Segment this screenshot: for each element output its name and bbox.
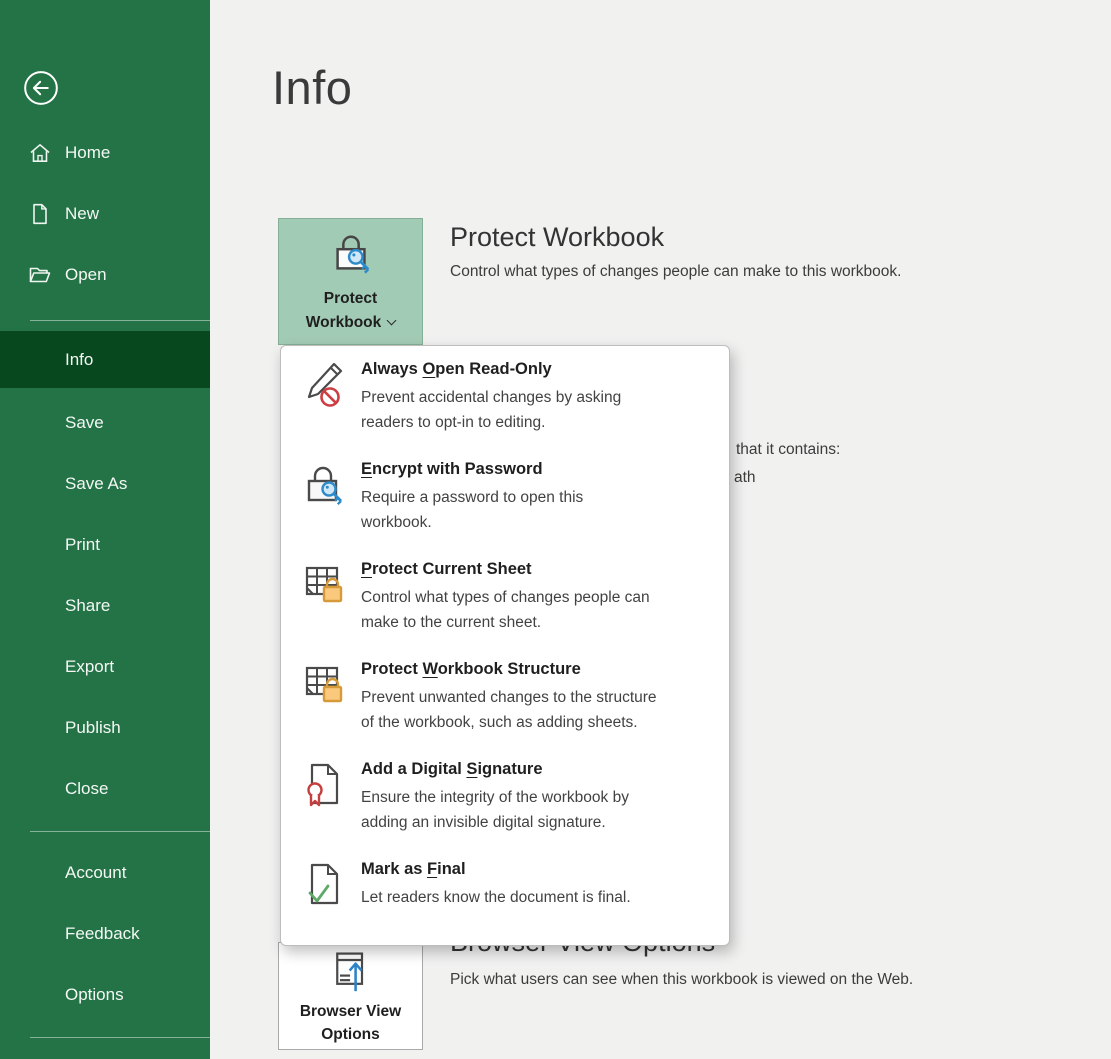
sidebar-item-label: Share <box>65 596 110 615</box>
sidebar-item-label: Feedback <box>65 924 140 943</box>
protect-workbook-description: Control what types of changes people can… <box>450 263 901 281</box>
sidebar-item-print[interactable]: Print <box>0 517 210 572</box>
inspect-workbook-text-fragment: that it contains: <box>736 441 840 459</box>
browser-view-options-button[interactable]: Browser View Options <box>278 942 423 1050</box>
sidebar-item-feedback[interactable]: Feedback <box>0 906 210 961</box>
pencil-block-icon <box>301 360 349 410</box>
protect-workbook-dropdown-menu: Always Open Read-Only Prevent accidental… <box>280 345 730 946</box>
sidebar-item-label: Publish <box>65 718 121 737</box>
menu-item-protect-current-sheet[interactable]: Protect Current Sheet Control what types… <box>301 560 713 635</box>
sidebar-item-options[interactable]: Options <box>0 967 210 1022</box>
sidebar-item-label: Home <box>65 143 110 163</box>
sidebar-item-label: Info <box>65 350 93 369</box>
sidebar-item-home[interactable]: Home <box>0 134 210 172</box>
chevron-down-icon <box>387 316 397 326</box>
back-button[interactable] <box>21 68 61 108</box>
sidebar-item-label: New <box>65 204 99 224</box>
sidebar-item-info[interactable]: Info <box>0 331 210 388</box>
sheet-lock-icon <box>301 660 349 710</box>
sidebar: Home New Open Info Save Save As <box>0 0 210 1059</box>
menu-item-title: Protect Current Sheet <box>361 560 650 579</box>
sidebar-item-save-as[interactable]: Save As <box>0 456 210 511</box>
sidebar-item-publish[interactable]: Publish <box>0 700 210 755</box>
sidebar-item-export[interactable]: Export <box>0 639 210 694</box>
menu-item-title: Always Open Read-Only <box>361 360 621 379</box>
protect-tile-label-line1: Protect <box>279 287 422 311</box>
menu-item-description: Ensure the integrity of the workbook by … <box>361 785 629 835</box>
menu-item-protect-workbook-structure[interactable]: Protect Workbook Structure Prevent unwan… <box>301 660 713 735</box>
browser-view-up-arrow-icon <box>329 949 373 993</box>
menu-item-always-open-read-only[interactable]: Always Open Read-Only Prevent accidental… <box>301 360 713 435</box>
browser-tile-label-line2: Options <box>279 1023 422 1046</box>
sidebar-item-new[interactable]: New <box>0 195 210 233</box>
page-title: Info <box>272 60 352 115</box>
sidebar-item-save[interactable]: Save <box>0 395 210 450</box>
menu-item-title: Encrypt with Password <box>361 460 583 479</box>
home-icon <box>28 141 52 165</box>
menu-item-mark-as-final[interactable]: Mark as Final Let readers know the docum… <box>301 860 713 910</box>
sidebar-item-label: Close <box>65 779 108 798</box>
sidebar-divider <box>30 1037 210 1038</box>
protect-workbook-button[interactable]: Protect Workbook <box>278 218 423 345</box>
menu-item-title: Mark as Final <box>361 860 631 879</box>
sidebar-item-label: Options <box>65 985 124 1004</box>
new-document-icon <box>28 202 52 226</box>
protect-workbook-heading: Protect Workbook <box>450 222 664 253</box>
backstage-view: Home New Open Info Save Save As <box>0 0 1111 1059</box>
menu-item-description: Prevent accidental changes by asking rea… <box>361 385 621 435</box>
menu-item-encrypt-with-password[interactable]: Encrypt with Password Require a password… <box>301 460 713 535</box>
sidebar-divider <box>30 831 210 832</box>
menu-item-title: Protect Workbook Structure <box>361 660 657 679</box>
sidebar-item-label: Save As <box>65 474 127 493</box>
lock-key-icon <box>328 231 374 277</box>
menu-item-add-digital-signature[interactable]: Add a Digital Signature Ensure the integ… <box>301 760 713 835</box>
menu-item-description: Require a password to open this workbook… <box>361 485 583 535</box>
sidebar-item-label: Print <box>65 535 100 554</box>
document-check-icon <box>301 860 349 910</box>
browser-view-options-description: Pick what users can see when this workbo… <box>450 971 913 989</box>
sidebar-item-label: Export <box>65 657 114 676</box>
open-folder-icon <box>28 263 52 287</box>
sidebar-item-account[interactable]: Account <box>0 845 210 900</box>
sheet-lock-icon <box>301 560 349 610</box>
menu-item-description: Let readers know the document is final. <box>361 885 631 910</box>
menu-item-title: Add a Digital Signature <box>361 760 629 779</box>
back-arrow-icon <box>21 68 61 108</box>
browser-tile-label-line1: Browser View <box>279 1000 422 1023</box>
document-ribbon-icon <box>301 760 349 810</box>
sidebar-item-label: Account <box>65 863 126 882</box>
inspect-workbook-text-fragment: ath <box>734 469 756 487</box>
sidebar-item-label: Open <box>65 265 107 285</box>
lock-key-icon <box>301 460 349 510</box>
protect-tile-label-line2: Workbook <box>306 314 382 331</box>
sidebar-item-share[interactable]: Share <box>0 578 210 633</box>
menu-item-description: Control what types of changes people can… <box>361 585 650 635</box>
sidebar-divider <box>30 320 210 321</box>
sidebar-item-close[interactable]: Close <box>0 761 210 816</box>
sidebar-item-label: Save <box>65 413 104 432</box>
menu-item-description: Prevent unwanted changes to the structur… <box>361 685 657 735</box>
sidebar-item-open[interactable]: Open <box>0 256 210 294</box>
